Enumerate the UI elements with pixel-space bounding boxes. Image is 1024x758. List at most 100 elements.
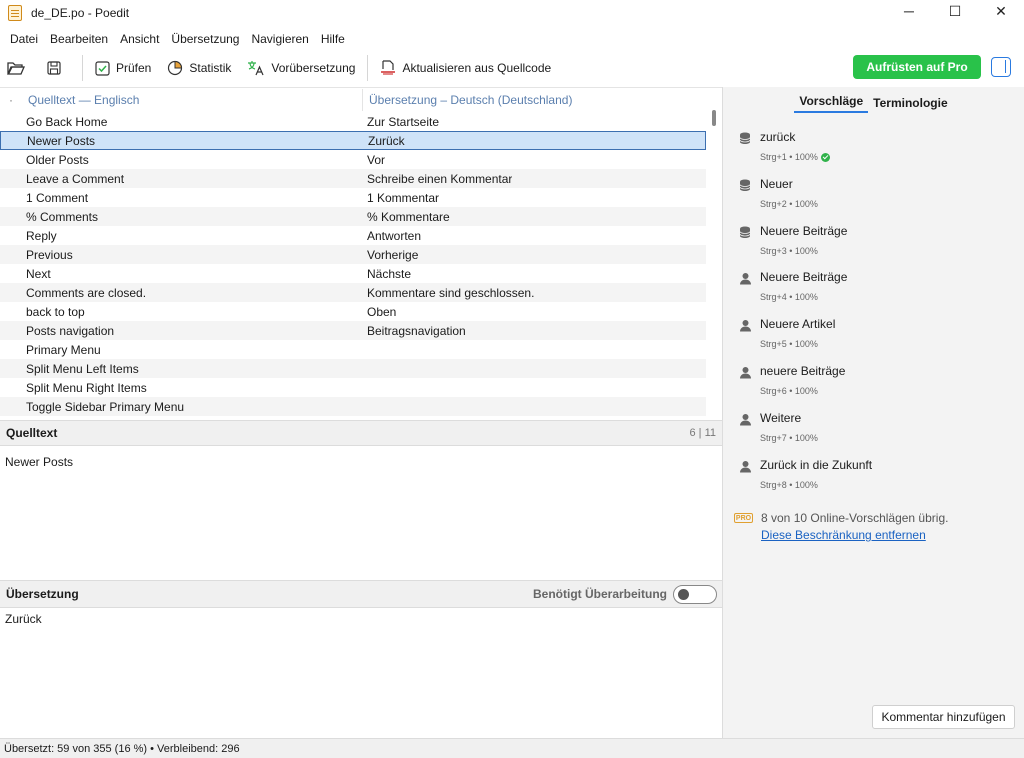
status-column-header[interactable]: · [0,93,22,107]
tab-terminology[interactable]: Terminologie [868,96,952,113]
upgrade-pro-button[interactable]: Aufrüsten auf Pro [853,55,981,79]
close-button[interactable]: ✕ [978,0,1024,22]
maximize-button[interactable]: ☐ [932,0,978,22]
row-translation-text: 1 Kommentar [367,190,440,205]
table-row[interactable]: Primary Menu [0,340,706,359]
source-column-header[interactable]: Quelltext — Englisch [22,93,362,107]
row-translation-text: Schreibe einen Kommentar [367,171,513,186]
table-row[interactable]: Posts navigation Beitragsnavigation [0,321,706,340]
menu-navigieren[interactable]: Navigieren [245,28,314,50]
window-controls: ─ ☐ ✕ [886,0,1024,26]
database-icon [739,179,751,195]
minimize-button[interactable]: ─ [886,0,932,22]
table-row[interactable]: Next Nächste [0,264,706,283]
suggestion-meta: Strg+5 • 100% [760,339,818,349]
save-icon [47,61,61,75]
table-row[interactable]: Leave a Comment Schreibe einen Kommentar [0,169,706,188]
validate-label: Prüfen [116,61,152,75]
update-document-icon [381,60,396,75]
suggestion-shortcut: Strg+5 • 100% [760,339,818,350]
suggestion-text: Neuere Artikel [760,317,836,332]
sidebar-tabs: Vorschläge Terminologie [723,87,1024,113]
suggestions-sidebar: Vorschläge Terminologie zurück Strg+1 • 1… [723,87,1024,738]
suggestion-text: Zurück in die Zukunft [760,457,873,472]
sidebar-toggle-icon[interactable] [991,57,1011,77]
menu-bar: Datei Bearbeiten Ansicht Übersetzung Nav… [0,28,351,50]
row-translation-text: Vor [367,152,386,167]
table-row[interactable]: Newer Posts Zurück [0,131,706,150]
database-icon [739,226,751,242]
menu-datei[interactable]: Datei [4,28,44,50]
translation-column-header[interactable]: Übersetzung – Deutsch (Deutschland) [363,93,572,107]
translate-icon [248,61,264,76]
row-translation-text: Vorherige [367,247,419,262]
suggestion-item[interactable]: neuere Beiträge Strg+6 • 100% [739,364,1009,400]
menu-ansicht[interactable]: Ansicht [114,28,165,50]
table-row[interactable]: Split Menu Right Items [0,378,706,397]
suggestion-text: Neuere Beiträge [760,223,848,238]
user-icon [739,413,752,429]
suggestion-meta: Strg+4 • 100% [760,292,818,302]
suggestion-text: Weitere [760,410,802,425]
needs-work-toggle[interactable] [673,585,717,604]
row-translation-text: Zurück [368,133,405,148]
translation-editor[interactable]: Zurück [0,608,722,738]
table-row[interactable]: Toggle Sidebar Primary Menu [0,397,706,416]
update-source-button[interactable]: Aktualisieren aus Quellcode [374,54,557,82]
table-row[interactable]: Split Menu Left Items [0,359,706,378]
save-button[interactable] [42,54,72,82]
suggestion-shortcut: Strg+4 • 100% [760,292,818,303]
validate-button[interactable]: Prüfen [89,54,157,82]
table-row[interactable]: Comments are closed. Kommentare sind gesc… [0,283,706,302]
poedit-app-icon [8,5,22,21]
table-row[interactable]: Previous Vorherige [0,245,706,264]
status-bar: Übersetzt: 59 von 355 (16 %) • Verbleibe… [0,738,1024,758]
translation-panel-label: Übersetzung [6,587,79,601]
suggestion-item[interactable]: Neuere Artikel Strg+5 • 100% [739,317,1009,353]
folder-open-icon [7,62,25,75]
table-row[interactable]: Reply Antworten [0,226,706,245]
table-row[interactable]: 1 Comment 1 Kommentar [0,188,706,207]
checklist-icon [95,60,110,76]
needs-work-label: Benötigt Überarbeitung [533,587,667,601]
menu-uebersetzung[interactable]: Übersetzung [165,28,245,50]
toolbar-separator [367,55,369,81]
suggestion-meta: Strg+3 • 100% [760,246,818,256]
list-rows: Go Back Home Zur Startseite Newer Posts Zur… [0,112,706,421]
row-translation-text: Antworten [367,228,422,243]
suggestion-item[interactable]: Neuere Beiträge Strg+4 • 100% [739,270,1009,306]
statistics-button[interactable]: Statistik [161,54,237,82]
suggestion-item[interactable]: Zurück in die Zukunft Strg+8 • 100% [739,458,1009,494]
open-button[interactable] [4,54,34,82]
row-translation-text: Oben [367,304,397,319]
table-row[interactable]: Older Posts Vor [0,150,706,169]
table-row[interactable]: Go Back Home Zur Startseite [0,112,706,131]
suggestion-item[interactable]: zurück Strg+1 • 100% [739,130,1009,166]
row-translation-text: Zur Startseite [367,114,440,129]
menu-hilfe[interactable]: Hilfe [315,28,351,50]
statistics-label: Statistik [189,61,232,75]
toolbar: Prüfen Statistik Vorübersetzung Aktualis… [0,52,1024,84]
suggestion-text: zurück [760,130,796,144]
list-scrollbar[interactable] [712,110,716,126]
suggestion-item[interactable]: Neuer Strg+2 • 100% [739,177,1009,213]
row-source-text: Go Back Home [26,114,108,129]
add-comment-button[interactable]: Kommentar hinzufügen [872,705,1015,729]
table-row[interactable]: % Comments % Kommentare [0,207,706,226]
menu-bearbeiten[interactable]: Bearbeiten [44,28,114,50]
suggestion-shortcut: Strg+2 • 100% [760,198,818,209]
suggestion-meta: Strg+1 • 100% [760,152,830,162]
row-source-text: Split Menu Right Items [26,380,147,395]
suggestion-item[interactable]: Weitere Strg+7 • 100% [739,411,1009,447]
row-source-text: Posts navigation [26,323,115,338]
pretranslate-button[interactable]: Vorübersetzung [241,54,361,82]
checkmark-icon [820,152,830,162]
user-icon [739,272,752,288]
tab-suggestions[interactable]: Vorschläge [794,94,869,113]
suggestion-item[interactable]: Neuere Beiträge Strg+3 • 100% [739,224,1009,260]
remaining-suggestions: 8 von 10 Online-Vorschlägen übrig. [761,511,949,525]
suggestion-shortcut: Strg+8 • 100% [760,479,818,490]
suggestion-meta: Strg+2 • 100% [760,199,818,209]
table-row[interactable]: back to top Oben [0,302,706,321]
remove-limit-link[interactable]: Diese Beschränkung entfernen [761,528,926,542]
